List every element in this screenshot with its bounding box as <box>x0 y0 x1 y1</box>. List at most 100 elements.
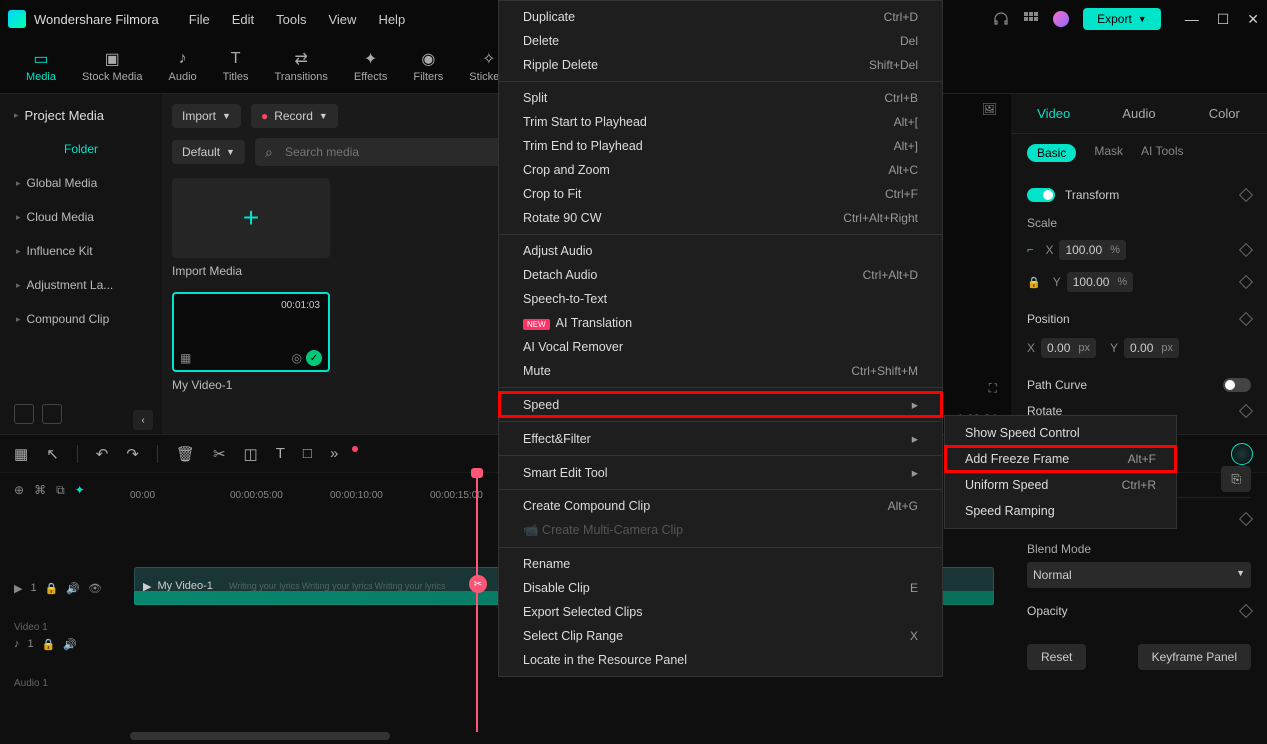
menu-mute[interactable]: MuteCtrl+Shift+M <box>499 359 942 383</box>
props-tab-video[interactable]: Video <box>1011 94 1096 133</box>
tl-magnet-icon[interactable]: ⧉ <box>56 483 65 498</box>
default-dropdown[interactable]: Default▼ <box>172 140 245 164</box>
tab-effects[interactable]: ✦Effects <box>348 45 393 87</box>
menu-ai-vocal-remover[interactable]: AI Vocal Remover <box>499 335 942 359</box>
tl-auto-icon[interactable]: ✦ <box>75 483 85 498</box>
keyframe-diamond[interactable] <box>1239 404 1253 418</box>
sidebar-folder[interactable]: Folder <box>6 133 156 165</box>
menu-rotate-cw[interactable]: Rotate 90 CWCtrl+Alt+Right <box>499 206 942 230</box>
import-tile[interactable]: + <box>172 178 330 258</box>
link-icon[interactable]: ⌐ <box>1027 244 1033 256</box>
import-dropdown[interactable]: Import▼ <box>172 104 241 128</box>
menu-duplicate[interactable]: DuplicateCtrl+D <box>499 5 942 29</box>
submenu-add-freeze-frame[interactable]: Add Freeze FrameAlt+F <box>945 446 1176 472</box>
mute-icon[interactable]: 🔊 <box>66 582 80 595</box>
menu-create-compound-clip[interactable]: Create Compound ClipAlt+G <box>499 494 942 518</box>
fullscreen-icon[interactable]: ⛶ <box>989 381 997 396</box>
cut-icon[interactable]: ✂ <box>213 445 226 463</box>
video-track-icon[interactable]: ▶ <box>14 582 22 595</box>
subtab-mask[interactable]: Mask <box>1094 144 1123 162</box>
path-curve-toggle[interactable] <box>1223 378 1251 392</box>
menu-ripple-delete[interactable]: Ripple DeleteShift+Del <box>499 53 942 77</box>
transform-toggle[interactable] <box>1027 188 1055 202</box>
sidebar-cloud-media[interactable]: ▸Cloud Media <box>6 201 156 233</box>
scale-x-input[interactable]: 100.00 <box>1065 243 1102 257</box>
audio-track-icon[interactable]: ♪ <box>14 638 20 650</box>
square-icon[interactable]: □ <box>303 445 312 462</box>
delete-icon[interactable]: 🗑 <box>176 445 195 463</box>
target-icon[interactable]: ◎ <box>292 351 302 365</box>
menu-speed[interactable]: Speed▸ <box>499 392 942 417</box>
tab-transitions[interactable]: ⇄Transitions <box>269 45 334 87</box>
new-folder-icon[interactable] <box>14 404 34 424</box>
record-dropdown[interactable]: ●Record▼ <box>251 104 338 128</box>
tab-media[interactable]: ▭Media <box>20 45 62 87</box>
tab-stock-media[interactable]: ▣Stock Media <box>76 45 149 87</box>
menu-help[interactable]: Help <box>378 12 405 27</box>
props-tab-audio[interactable]: Audio <box>1096 94 1181 133</box>
submenu-uniform-speed[interactable]: Uniform SpeedCtrl+R <box>945 472 1176 498</box>
text-icon[interactable]: T <box>276 445 285 462</box>
sidebar-compound[interactable]: ▸Compound Clip <box>6 303 156 335</box>
minimize-button[interactable]: — <box>1185 11 1199 28</box>
scale-y-input[interactable]: 100.00 <box>1073 275 1110 289</box>
subtab-basic[interactable]: Basic <box>1027 144 1076 162</box>
playhead[interactable] <box>476 472 478 732</box>
subtab-aitools[interactable]: AI Tools <box>1141 144 1183 162</box>
submenu-show-speed-control[interactable]: Show Speed Control <box>945 420 1176 446</box>
keyframe-diamond[interactable] <box>1239 512 1253 526</box>
video-thumbnail[interactable]: 00:01:03 ▦ ◎ ✓ <box>172 292 330 372</box>
avatar-icon[interactable] <box>1053 11 1069 27</box>
submenu-speed-ramping[interactable]: Speed Ramping <box>945 498 1176 524</box>
undo-icon[interactable]: ↶ <box>96 445 109 463</box>
sidebar-adjustment[interactable]: ▸Adjustment La... <box>6 269 156 301</box>
lock-icon[interactable]: 🔒 <box>1027 276 1041 289</box>
menu-delete[interactable]: DeleteDel <box>499 29 942 53</box>
sidebar-collapse[interactable]: ‹ <box>133 410 153 430</box>
scrollbar[interactable] <box>130 732 390 740</box>
pointer-icon[interactable]: ↖ <box>46 445 59 463</box>
eye-icon[interactable]: 👁 <box>88 582 102 595</box>
crop-icon[interactable]: ◫ <box>244 445 258 463</box>
apps-icon[interactable] <box>1023 11 1039 27</box>
tab-titles[interactable]: TTitles <box>217 45 255 87</box>
menu-tools[interactable]: Tools <box>276 12 306 27</box>
grid-icon[interactable]: ▦ <box>14 445 28 463</box>
image-icon[interactable]: 🖼 <box>982 102 997 116</box>
menu-rename[interactable]: Rename <box>499 552 942 576</box>
lock-icon[interactable]: 🔒 <box>42 638 56 651</box>
menu-smart-edit-tool[interactable]: Smart Edit Tool▸ <box>499 460 942 485</box>
menu-locate-in-the-resource-panel[interactable]: Locate in the Resource Panel <box>499 648 942 672</box>
menu-detach-audio[interactable]: Detach AudioCtrl+Alt+D <box>499 263 942 287</box>
menu-export-selected-clips[interactable]: Export Selected Clips <box>499 600 942 624</box>
more-icon[interactable]: » <box>330 445 338 462</box>
tab-filters[interactable]: ◉Filters <box>407 45 449 87</box>
menu-view[interactable]: View <box>328 12 356 27</box>
keyframe-diamond[interactable] <box>1239 243 1253 257</box>
tab-audio[interactable]: ♪Audio <box>163 45 203 87</box>
menu-speech-to-text[interactable]: Speech-to-Text <box>499 287 942 311</box>
tl-add-icon[interactable]: ⊕ <box>14 483 24 498</box>
tl-link-icon[interactable]: ⌘ <box>34 483 46 498</box>
pos-y-input[interactable]: 0.00 <box>1130 341 1153 355</box>
copy-icon[interactable]: ⎘ <box>1221 466 1251 492</box>
headphones-icon[interactable] <box>993 11 1009 27</box>
menu-crop-to-fit[interactable]: Crop to FitCtrl+F <box>499 182 942 206</box>
menu-edit[interactable]: Edit <box>232 12 254 27</box>
menu-file[interactable]: File <box>189 12 210 27</box>
keyframe-diamond[interactable] <box>1239 312 1253 326</box>
sidebar-header[interactable]: ▸Project Media <box>6 100 156 131</box>
ai-badge[interactable] <box>1231 443 1253 465</box>
menu-crop-and-zoom[interactable]: Crop and ZoomAlt+C <box>499 158 942 182</box>
maximize-button[interactable]: ☐ <box>1217 11 1230 28</box>
lock-icon[interactable]: 🔒 <box>45 582 59 595</box>
close-button[interactable]: ✕ <box>1247 11 1259 28</box>
redo-icon[interactable]: ↷ <box>126 445 139 463</box>
mute-icon[interactable]: 🔊 <box>63 638 77 651</box>
pos-x-input[interactable]: 0.00 <box>1047 341 1070 355</box>
playhead-handle[interactable]: ✂ <box>469 575 487 593</box>
menu-select-clip-range[interactable]: Select Clip RangeX <box>499 624 942 648</box>
menu-ai-translation[interactable]: NEWAI Translation <box>499 311 942 335</box>
search-input[interactable] <box>255 138 511 166</box>
keyframe-diamond[interactable] <box>1239 188 1253 202</box>
